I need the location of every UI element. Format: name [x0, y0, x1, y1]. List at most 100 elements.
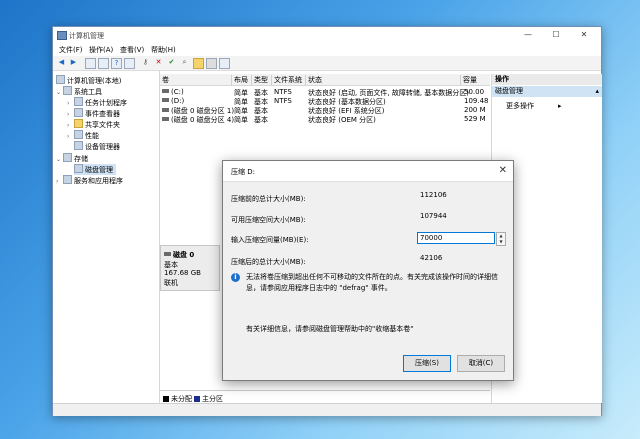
volume-layout: 简单 — [234, 116, 248, 124]
volume-capacity: 200 M — [464, 106, 486, 114]
volume-type: 基本 — [254, 116, 268, 124]
available-value: 107944 — [420, 212, 447, 220]
minimize-button[interactable]: — — [519, 29, 537, 40]
shrink-button[interactable]: 压缩(S) — [403, 355, 451, 372]
grid-icon[interactable] — [98, 58, 109, 69]
column-volume[interactable]: 卷 — [160, 75, 232, 85]
storage-icon — [63, 153, 72, 162]
navigation-tree: 计算机管理(本地) ⌄ 系统工具 › 任务计划程序 › 事件查看器 › 共享文件夹 › 性… — [53, 71, 160, 403]
maximize-button[interactable]: ☐ — [547, 29, 565, 40]
volume-capacity: 529 M — [464, 115, 486, 123]
key-icon[interactable]: ⚷ — [141, 58, 150, 67]
total-after-value: 42106 — [420, 254, 443, 262]
drive-icon[interactable] — [206, 58, 217, 69]
volume-name: (C:) — [162, 88, 184, 96]
tree-root[interactable]: 计算机管理(本地) — [56, 75, 121, 86]
disk-status: 联机 — [164, 279, 178, 287]
list-icon[interactable] — [124, 58, 135, 69]
search-icon[interactable]: ⌕ — [180, 58, 189, 67]
delete-icon[interactable]: ✕ — [154, 58, 163, 67]
device-manager-icon — [74, 141, 83, 150]
check-icon[interactable]: ✔ — [167, 58, 176, 67]
stepper-down-icon[interactable]: ▼ — [497, 239, 505, 245]
column-status[interactable]: 状态 — [306, 75, 461, 85]
volume-icon — [162, 117, 169, 121]
more-actions-item[interactable]: 更多操作 ▸ — [506, 101, 562, 111]
tree-storage[interactable]: ⌄ 存储 — [56, 153, 88, 164]
total-before-value: 112106 — [420, 191, 447, 199]
shared-folder-icon — [74, 119, 83, 128]
input-label: 输入压缩空间量(MB)(E): — [231, 236, 309, 244]
computer-management-icon — [57, 31, 67, 40]
volume-filesystem: NTFS — [274, 97, 292, 105]
chevron-down-icon[interactable]: ⌄ — [56, 156, 63, 163]
help-icon[interactable]: ? — [111, 58, 122, 69]
column-filesystem[interactable]: 文件系统 — [272, 75, 306, 85]
title-bar[interactable]: 计算机管理 — ☐ ✕ — [53, 27, 601, 43]
dialog-title-bar[interactable]: 压缩 D: ✕ — [223, 161, 513, 182]
disk-size: 167.68 GB — [164, 269, 201, 277]
table-row[interactable]: (C:) 简单 基本 NTFS 状态良好 (启动, 页面文件, 故障转储, 基本… — [160, 88, 490, 97]
cancel-button[interactable]: 取消(C) — [457, 355, 505, 372]
column-layout[interactable]: 布局 — [232, 75, 252, 85]
info-icon: i — [231, 273, 240, 282]
status-bar — [53, 403, 601, 416]
forward-arrow-icon[interactable]: ▶ — [69, 58, 78, 67]
shrink-dialog: 压缩 D: ✕ 压缩前的总计大小(MB): 112106 可用压缩空间大小(MB… — [222, 160, 514, 381]
volume-capacity: 50.00 — [464, 88, 485, 96]
chevron-right-icon[interactable]: › — [67, 111, 74, 118]
tree-event-viewer[interactable]: › 事件查看器 — [67, 108, 120, 119]
tree-services-apps[interactable]: › 服务和应用程序 — [56, 175, 123, 186]
tree-system-tools[interactable]: ⌄ 系统工具 — [56, 86, 102, 97]
shrink-amount-stepper[interactable]: ▲ ▼ — [496, 232, 506, 246]
tree-performance[interactable]: › 性能 — [67, 130, 99, 141]
volume-icon — [162, 98, 169, 102]
available-label: 可用压缩空间大小(MB): — [231, 216, 306, 224]
collapse-up-icon[interactable]: ▴ — [595, 86, 599, 97]
tree-device-manager[interactable]: 设备管理器 — [74, 141, 120, 152]
chevron-right-icon[interactable]: › — [56, 178, 63, 185]
dialog-close-icon[interactable]: ✕ — [499, 165, 507, 176]
chevron-right-icon[interactable]: › — [67, 122, 74, 129]
chevron-down-icon[interactable]: ⌄ — [56, 89, 63, 96]
volume-list-header: 卷 布局 类型 文件系统 状态 容量 — [160, 74, 490, 86]
menu-action[interactable]: 操作(A) — [89, 45, 113, 55]
clock-icon — [74, 97, 83, 106]
tree-disk-management[interactable]: 磁盘管理 — [74, 164, 116, 175]
menu-view[interactable]: 查看(V) — [120, 45, 144, 55]
column-type[interactable]: 类型 — [252, 75, 272, 85]
actions-disk-management[interactable]: 磁盘管理 ▴ — [492, 86, 602, 97]
window-title: 计算机管理 — [69, 32, 104, 40]
total-before-label: 压缩前的总计大小(MB): — [231, 195, 306, 203]
event-viewer-icon — [74, 108, 83, 117]
volume-name: (D:) — [162, 97, 184, 105]
back-arrow-icon[interactable]: ◀ — [57, 58, 66, 67]
shrink-note: 无法将卷压缩到超出任何不可移动的文件所在的点。有关完成该操作时间的详细信息，请参… — [246, 273, 498, 292]
volume-name: (磁盘 0 磁盘分区 4) — [162, 115, 234, 125]
more-info-text: 有关详细信息，请参阅磁盘管理帮助中的"收缩基本卷" — [246, 325, 414, 333]
actions-header: 操作 — [492, 74, 602, 85]
tree-shared-folders[interactable]: › 共享文件夹 — [67, 119, 120, 130]
close-button[interactable]: ✕ — [575, 29, 593, 40]
menu-help[interactable]: 帮助(H) — [151, 45, 176, 55]
table-row[interactable]: (D:) 简单 基本 NTFS 状态良好 (基本数据分区) 109.48 — [160, 97, 490, 106]
tree-task-scheduler[interactable]: › 任务计划程序 — [67, 97, 127, 108]
table-row[interactable]: (磁盘 0 磁盘分区 1) 简单 基本 状态良好 (EFI 系统分区) 200 … — [160, 106, 490, 115]
column-capacity[interactable]: 容量 — [461, 75, 490, 85]
shrink-amount-input[interactable] — [417, 232, 495, 244]
chevron-right-icon[interactable]: › — [67, 133, 74, 140]
disk-icon — [164, 252, 171, 256]
volume-icon — [162, 108, 169, 112]
folder-open-icon[interactable] — [193, 58, 204, 69]
legend-bar: 未分配 主分区 — [160, 390, 490, 403]
disk-0-info[interactable]: 磁盘 0 基本 167.68 GB 联机 — [160, 245, 220, 291]
unallocated-swatch — [163, 396, 169, 402]
disk-name: 磁盘 0 — [164, 250, 194, 260]
chevron-right-icon[interactable]: › — [67, 100, 74, 107]
menu-file[interactable]: 文件(F) — [59, 45, 83, 55]
services-icon — [63, 175, 72, 184]
menu-bar: 文件(F) 操作(A) 查看(V) 帮助(H) — [53, 43, 601, 56]
table-row[interactable]: (磁盘 0 磁盘分区 4) 简单 基本 状态良好 (OEM 分区) 529 M — [160, 115, 490, 124]
folder-icon[interactable] — [85, 58, 96, 69]
properties-icon[interactable] — [219, 58, 230, 69]
